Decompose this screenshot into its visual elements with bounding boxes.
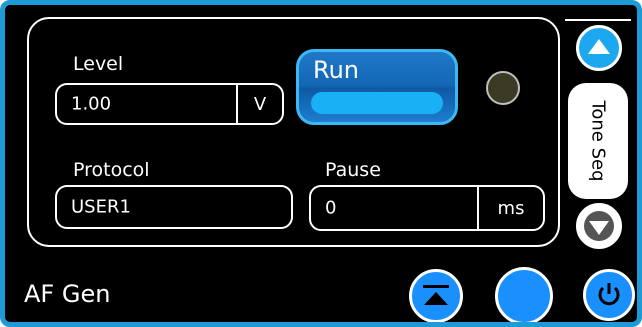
status-led-icon bbox=[486, 71, 520, 105]
af-gen-panel: Level 1.00 V Protocol USER1 Pause 0 ms bbox=[27, 17, 560, 247]
protocol-field[interactable]: USER1 bbox=[55, 185, 293, 229]
power-icon bbox=[598, 283, 620, 306]
circle-button-icon bbox=[498, 270, 550, 322]
scroll-up-button[interactable] bbox=[576, 25, 622, 71]
level-field[interactable]: 1.00 V bbox=[55, 83, 284, 125]
level-value: 1.00 bbox=[71, 93, 112, 115]
pause-unit-button[interactable]: ms bbox=[477, 187, 543, 229]
scroll-top-icon bbox=[423, 285, 449, 305]
level-label: Level bbox=[73, 53, 124, 75]
tab-tone-seq-label: Tone Seq bbox=[587, 100, 609, 182]
scroll-down-button[interactable] bbox=[576, 203, 622, 249]
circle-button[interactable] bbox=[495, 267, 553, 322]
run-button[interactable]: Run bbox=[296, 49, 458, 125]
protocol-label: Protocol bbox=[73, 159, 150, 181]
protocol-value: USER1 bbox=[71, 196, 131, 218]
chevron-down-icon bbox=[584, 211, 614, 241]
module-title: AF Gen bbox=[24, 280, 111, 308]
pause-value: 0 bbox=[325, 197, 337, 219]
power-button[interactable] bbox=[583, 269, 635, 321]
run-progress-bar bbox=[311, 92, 443, 114]
tab-tone-seq[interactable]: Tone Seq bbox=[568, 83, 628, 199]
pause-field[interactable]: 0 ms bbox=[309, 185, 545, 231]
side-divider bbox=[565, 19, 631, 21]
pause-label: Pause bbox=[325, 159, 381, 181]
level-unit-button[interactable]: V bbox=[236, 85, 282, 123]
chevron-up-icon bbox=[588, 39, 610, 54]
device-frame: Level 1.00 V Protocol USER1 Pause 0 ms R… bbox=[0, 0, 642, 327]
scroll-top-button[interactable] bbox=[409, 269, 463, 322]
run-label: Run bbox=[313, 56, 360, 84]
